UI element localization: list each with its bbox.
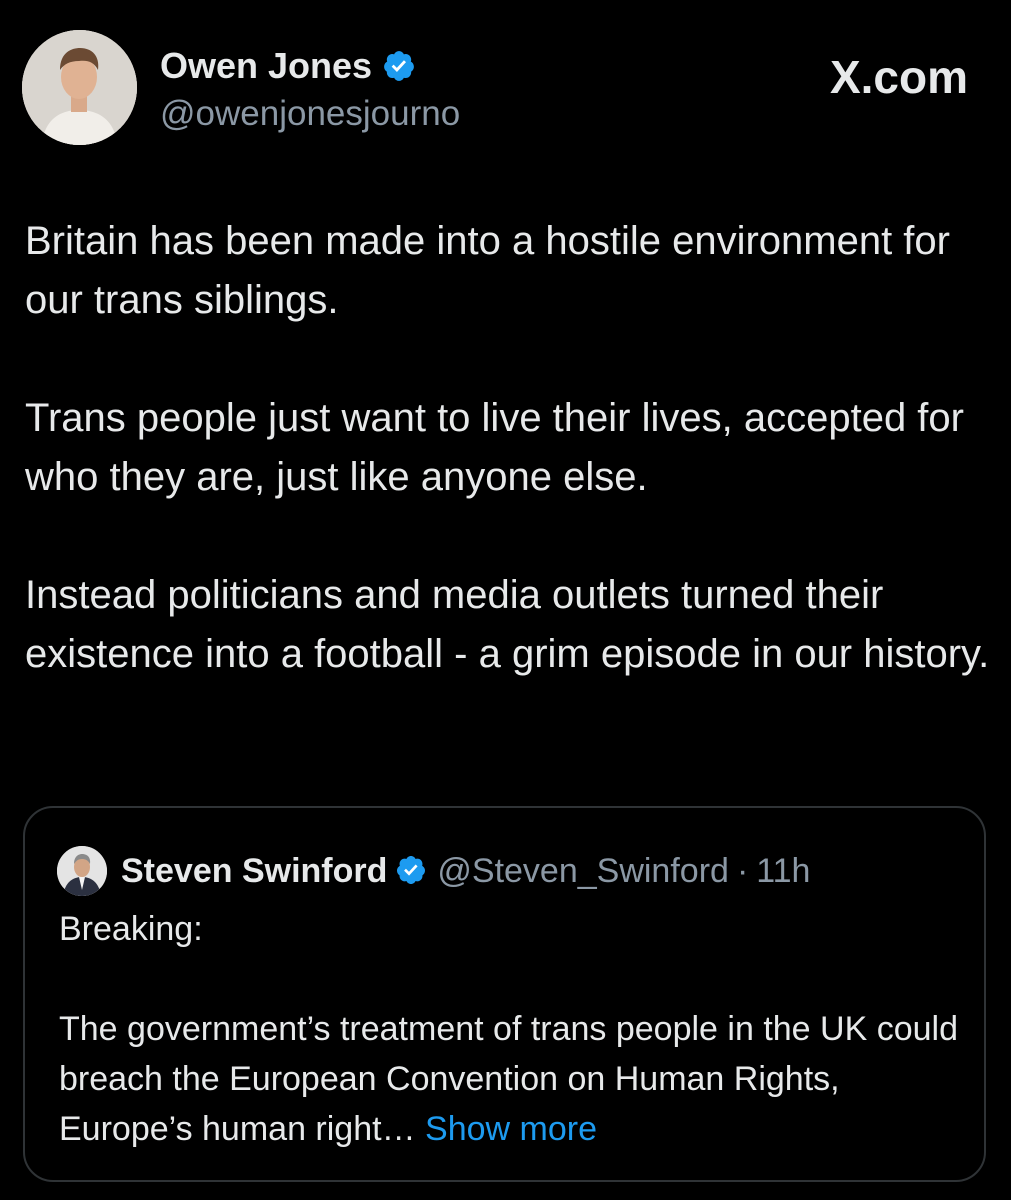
quoted-timestamp[interactable]: 11h [756, 852, 810, 891]
avatar-photo [22, 30, 137, 145]
quoted-author-name[interactable]: Steven Swinford [121, 852, 387, 891]
tweet-paragraph: Trans people just want to live their liv… [25, 396, 964, 499]
author-handle[interactable]: @owenjonesjourno [160, 94, 460, 134]
show-more-link[interactable]: Show more [425, 1110, 597, 1148]
author-name-row: Owen Jones [160, 46, 416, 86]
quoted-paragraph: Breaking: [59, 910, 203, 948]
tweet-paragraph: Britain has been made into a hostile env… [25, 219, 950, 322]
quoted-tweet-card[interactable]: Steven Swinford @Steven_Swinford · 11h B… [23, 806, 986, 1182]
quoted-avatar-photo [57, 846, 107, 896]
tweet-paragraph: Instead politicians and media outlets tu… [25, 573, 990, 676]
separator-dot: · [736, 851, 749, 890]
quoted-author-avatar[interactable] [57, 846, 107, 896]
quoted-paragraph-last: The government’s treatment of trans peop… [59, 1004, 959, 1154]
quoted-tweet-header: Steven Swinford @Steven_Swinford · 11h [57, 846, 810, 896]
verified-badge-icon [395, 854, 429, 888]
x-brand-logo: X.com [830, 52, 968, 102]
author-name[interactable]: Owen Jones [160, 46, 372, 86]
author-avatar[interactable] [22, 30, 137, 145]
tweet-text: Britain has been made into a hostile env… [25, 212, 990, 684]
tweet-header: Owen Jones @owenjonesjourno X.com [22, 30, 988, 150]
brand-label: X.com [829, 51, 968, 103]
quoted-author-handle[interactable]: @Steven_Swinford [437, 852, 729, 891]
verified-badge-icon [382, 49, 416, 83]
quoted-tweet-text: Breaking: The government’s treatment of … [59, 904, 959, 1154]
